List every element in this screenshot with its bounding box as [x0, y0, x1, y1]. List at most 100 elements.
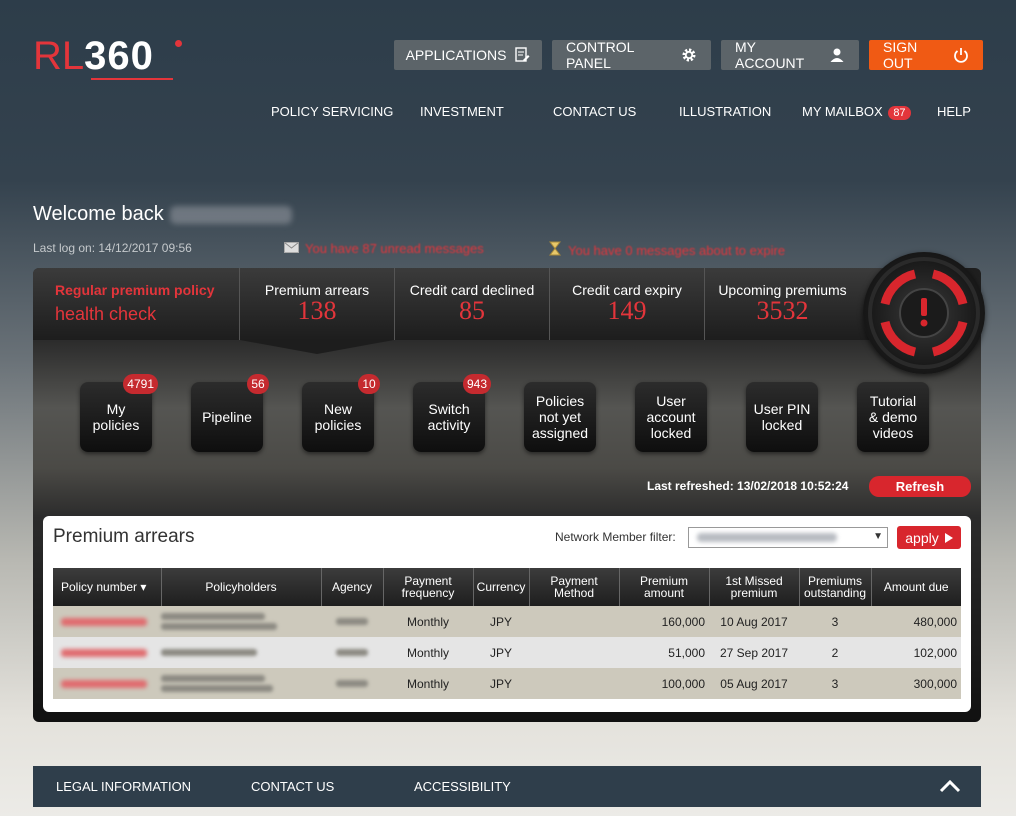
- tile-my-policies[interactable]: My policies 4791: [80, 374, 158, 452]
- col-payment-frequency[interactable]: Payment frequency: [383, 568, 474, 606]
- play-arrow-icon: [944, 530, 953, 546]
- col-policyholders[interactable]: Policyholders: [161, 568, 322, 606]
- tile-policies-not-assigned[interactable]: Policies not yet assigned: [524, 382, 596, 452]
- footer-legal-link[interactable]: LEGAL INFORMATION: [56, 779, 191, 794]
- cell-missed: 10 Aug 2017: [709, 606, 799, 637]
- nav-my-mailbox-label: MY MAILBOX: [802, 104, 883, 119]
- premium-arrears-value: 138: [297, 296, 337, 325]
- unread-messages-link[interactable]: You have 87 unread messages: [284, 241, 484, 256]
- table-row[interactable]: Monthly JPY 160,000 10 Aug 2017 3 480,00…: [53, 606, 961, 637]
- cell-frequency: Monthly: [383, 637, 473, 668]
- rl360-logo[interactable]: RL360: [33, 34, 182, 84]
- col-payment-method[interactable]: Payment Method: [529, 568, 620, 606]
- nav-my-mailbox[interactable]: MY MAILBOX 87: [802, 104, 911, 120]
- refresh-button[interactable]: Refresh: [869, 476, 971, 497]
- arrears-table: Policy number ▾ Policyholders Agency Pay…: [53, 568, 961, 699]
- apply-button[interactable]: apply: [897, 526, 961, 549]
- tile-badge: 10: [358, 374, 380, 394]
- tile-new-policies[interactable]: New policies 10: [302, 374, 380, 452]
- sign-out-label: SIGN OUT: [883, 39, 918, 71]
- redacted-policy-number[interactable]: [53, 637, 161, 668]
- expiring-messages-link[interactable]: You have 0 messages about to expire: [548, 241, 785, 259]
- redacted-agency: [321, 606, 383, 637]
- chevron-up-icon[interactable]: [939, 778, 961, 797]
- health-check-strip: Regular premium policy health check Prem…: [33, 268, 883, 340]
- welcome-heading: Welcome back: [33, 203, 292, 226]
- credit-card-expiry-cell[interactable]: Credit card expiry 149: [550, 268, 705, 340]
- col-currency[interactable]: Currency: [473, 568, 530, 606]
- my-account-button[interactable]: MY ACCOUNT: [721, 39, 859, 71]
- redacted-policy-number[interactable]: [53, 668, 161, 699]
- tile-user-pin-locked[interactable]: User PIN locked: [746, 382, 818, 452]
- redacted-agency: [321, 637, 383, 668]
- tile-label: Pipeline: [202, 409, 252, 425]
- table-row[interactable]: Monthly JPY 51,000 27 Sep 2017 2 102,000: [53, 637, 961, 668]
- tile-tutorial-videos[interactable]: Tutorial & demo videos: [857, 382, 929, 452]
- tile-user-account-locked[interactable]: User account locked: [635, 382, 707, 452]
- tile-label: My policies: [92, 401, 140, 433]
- tile-badge: 4791: [123, 374, 158, 394]
- cell-outstanding: 2: [799, 637, 871, 668]
- nav-contact-us[interactable]: CONTACT US: [553, 104, 636, 119]
- upcoming-premiums-value: 3532: [756, 296, 809, 325]
- table-row[interactable]: Monthly JPY 100,000 05 Aug 2017 3 300,00…: [53, 668, 961, 699]
- redacted-network-member: [697, 533, 837, 542]
- tile-pipeline[interactable]: Pipeline 56: [191, 374, 269, 452]
- network-member-select[interactable]: ▼: [688, 527, 888, 548]
- footer-contact-link[interactable]: CONTACT US: [251, 779, 334, 794]
- nav-illustration[interactable]: ILLUSTRATION: [679, 104, 771, 119]
- tile-label: Tutorial & demo videos: [868, 393, 918, 441]
- health-check-title-cell: Regular premium policy health check: [33, 268, 240, 340]
- last-refreshed: Last refreshed: 13/02/2018 10:52:24: [647, 479, 849, 493]
- nav-help[interactable]: HELP: [937, 104, 971, 119]
- tile-label: User PIN locked: [753, 401, 811, 433]
- cell-due: 300,000: [871, 668, 961, 699]
- tile-label: User account locked: [646, 393, 696, 441]
- nav-investment[interactable]: INVESTMENT: [420, 104, 504, 119]
- col-first-missed[interactable]: 1st Missed premium: [709, 568, 800, 606]
- selected-cell-pointer: [240, 340, 394, 354]
- cell-currency: JPY: [473, 668, 529, 699]
- col-premiums-outstanding[interactable]: Premiums outstanding: [799, 568, 872, 606]
- col-premium-amount[interactable]: Premium amount: [619, 568, 710, 606]
- nav-policy-servicing[interactable]: POLICY SERVICING: [271, 104, 393, 119]
- card-title: Premium arrears: [53, 526, 195, 547]
- unread-messages-text: You have 87 unread messages: [305, 241, 484, 256]
- mailbox-count-badge: 87: [888, 106, 911, 120]
- footer-bar: LEGAL INFORMATION CONTACT US ACCESSIBILI…: [33, 766, 981, 807]
- main-nav: POLICY SERVICING INVESTMENT CONTACT US I…: [0, 104, 1016, 122]
- col-policy-number[interactable]: Policy number ▾: [53, 568, 162, 606]
- table-header-row: Policy number ▾ Policyholders Agency Pay…: [53, 568, 961, 606]
- logo-prefix: RL: [33, 34, 85, 78]
- redacted-policyholders: [161, 637, 321, 668]
- tile-switch-activity[interactable]: Switch activity 943: [413, 374, 491, 452]
- cell-currency: JPY: [473, 637, 529, 668]
- tile-badge: 943: [462, 374, 491, 394]
- sign-out-button[interactable]: SIGN OUT: [869, 39, 983, 71]
- upcoming-premiums-cell[interactable]: Upcoming premiums 3532: [705, 268, 860, 340]
- tile-label: New policies: [314, 401, 362, 433]
- redacted-policyholders: [161, 668, 321, 699]
- welcome-greeting: Welcome back: [33, 203, 164, 225]
- control-panel-button[interactable]: CONTROL PANEL: [552, 39, 711, 71]
- tile-label: Policies not yet assigned: [531, 393, 589, 441]
- tile-label: Switch activity: [427, 401, 471, 433]
- applications-button[interactable]: APPLICATIONS: [394, 40, 542, 70]
- expiring-messages-text: You have 0 messages about to expire: [568, 242, 786, 258]
- applications-label: APPLICATIONS: [405, 47, 507, 63]
- logo-underline: [91, 78, 173, 80]
- cell-method: [529, 668, 619, 699]
- alert-alarm-icon: [863, 252, 985, 374]
- control-panel-label: CONTROL PANEL: [566, 39, 634, 71]
- col-amount-due[interactable]: Amount due: [871, 568, 961, 606]
- cell-outstanding: 3: [799, 668, 871, 699]
- credit-card-declined-value: 85: [459, 296, 485, 325]
- top-button-bar: APPLICATIONS CONTROL PANEL MY ACCOUNT SI…: [394, 39, 983, 71]
- redacted-policy-number[interactable]: [53, 606, 161, 637]
- cell-method: [529, 606, 619, 637]
- premium-arrears-cell[interactable]: Premium arrears 138: [240, 268, 395, 340]
- footer-accessibility-link[interactable]: ACCESSIBILITY: [414, 779, 511, 794]
- credit-card-declined-cell[interactable]: Credit card declined 85: [395, 268, 550, 340]
- col-agency[interactable]: Agency: [321, 568, 384, 606]
- cell-due: 102,000: [871, 637, 961, 668]
